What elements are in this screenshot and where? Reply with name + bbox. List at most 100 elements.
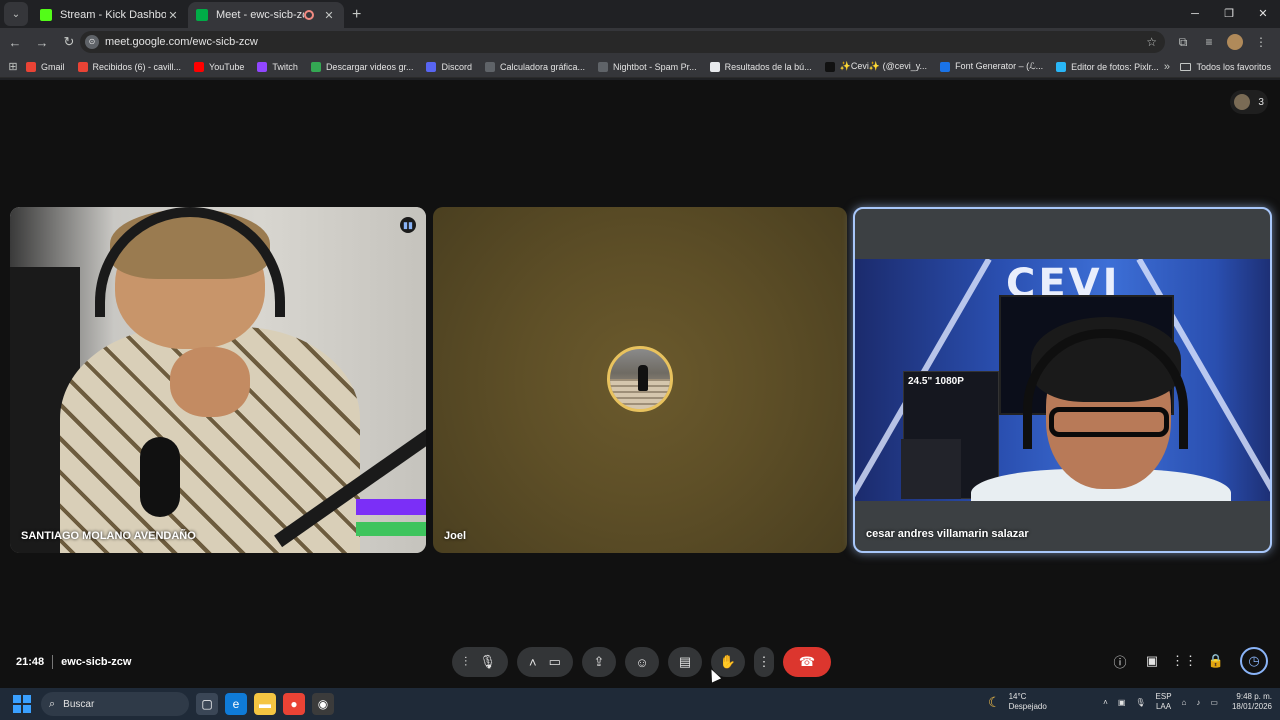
video-overlay-bar [356,522,426,536]
chevron-up-icon[interactable]: ˄ [1103,698,1108,707]
volume-icon[interactable]: ♪ [1196,698,1200,707]
more-vert-icon: ⋮ [757,654,771,669]
weather-widget[interactable]: ☾ 14°C Despejado [988,692,1047,712]
microphone-button[interactable]: ⫶ 🎙 [452,647,508,677]
more-options-button[interactable]: ⋮ [754,647,774,677]
bookmark-recibidos[interactable]: Recibidos (6) - cavill... [77,61,181,72]
product-box-text: 24.5" 1080P [908,376,964,387]
forward-icon[interactable]: → [30,35,54,50]
bookmark-twitch[interactable]: Twitch [257,61,298,72]
participant-name: cesar andres villamarin salazar [866,528,1029,540]
participant-tile-santiago[interactable]: ▮▮ SANTIAGO MOLANO AVENDAÑO [10,207,426,553]
chevron-up-icon[interactable]: ˄ [529,655,537,670]
bookmark-label: Twitch [272,61,298,72]
participants-button[interactable]: 3 [1230,90,1268,114]
tab-title: Meet - ewc-sicb-zcw [216,9,304,21]
participant-tile-joel[interactable]: Joel [433,207,847,553]
bookmark-star-icon[interactable]: ☆ [1146,35,1157,49]
back-icon[interactable]: ← [3,35,27,50]
chat-icon[interactable]: ▣ [1136,653,1168,669]
bookmark-label: Gmail [41,61,65,72]
taskbar-search[interactable]: ⌕ Buscar [41,692,189,716]
edge-icon[interactable]: e [225,693,247,715]
reload-icon[interactable]: ↻ [57,34,81,50]
leave-call-button[interactable]: ☎ [783,647,831,677]
obs-recording-icon[interactable]: ◉ [312,693,334,715]
apps-grid-icon[interactable]: ⊞ [0,60,26,73]
captions-button[interactable]: ▤ [668,647,702,677]
bookmark-gmail[interactable]: Gmail [26,61,65,72]
address-bar[interactable]: ⊙ meet.google.com/ewc-sicb-zcw ☆ [80,31,1165,53]
profile-avatar[interactable] [1227,34,1243,50]
battery-icon[interactable]: ▭ [1210,698,1218,707]
clock[interactable]: 9:48 p. m. 18/01/2026 [1232,692,1272,712]
media-controls-icon[interactable]: ≡ [1196,35,1222,49]
restore-icon[interactable]: ❐ [1212,0,1246,28]
recording-indicator-icon [304,10,314,20]
search-icon: ⌕ [49,697,56,710]
windows-start-icon[interactable] [13,695,31,713]
all-bookmarks-button[interactable]: Todos los favoritos [1180,62,1271,72]
avatar [607,346,673,412]
participants-count: 3 [1258,96,1264,108]
globe-icon [485,61,495,72]
menu-dots-icon[interactable]: ⋮ [1248,35,1274,49]
present-screen-button[interactable]: ⇪ [582,647,616,677]
close-tab-icon[interactable]: ✕ [322,9,336,22]
clock-time: 9:48 p. m. [1236,692,1272,701]
tab-search-button[interactable]: ⌄ [4,2,28,26]
tray-app-icon[interactable]: ▣ [1118,698,1126,707]
new-tab-button[interactable]: + [352,6,361,24]
captions-icon: ▤ [678,654,692,669]
bookmark-cevi-tiktok[interactable]: ✨Cevi✨ (@cevi_y... [824,61,927,72]
participant-tile-cesar[interactable]: CEVI 24.5" 1080P cesar andres villamarin… [853,207,1272,553]
meet-stage: 3 ▮▮ SANTIAGO MOLANO AVENDAÑO Joel CEVI … [0,80,1280,688]
extensions-icon[interactable]: ⧉ [1170,35,1196,50]
timer-icon[interactable]: ◷ [1240,647,1268,675]
bookmark-calculadora[interactable]: Calculadora gráfica... [485,61,586,72]
tab-kick-dashboard[interactable]: Stream - Kick Dashboard ✕ [32,2,188,28]
bookmark-descargar[interactable]: Descargar videos gr... [310,61,414,72]
site-info-icon[interactable]: ⊙ [85,35,99,49]
browser-toolbar: ← → ↻ ⊙ meet.google.com/ewc-sicb-zcw ☆ ⧉… [0,28,1280,56]
bookmark-pixlr[interactable]: Editor de fotos: Pixlr... [1056,61,1159,72]
avatar-person [638,365,648,391]
bookmark-font-generator[interactable]: Font Generator – (ℒ... [940,61,1043,72]
bookmark-label: Font Generator – (ℒ... [955,61,1044,71]
bookmark-nightbot[interactable]: Nightbot - Spam Pr... [598,61,697,72]
network-icon[interactable]: ⌂ [1182,698,1187,707]
close-tab-icon[interactable]: ✕ [166,9,180,22]
bookmark-label: Discord [441,61,472,72]
bookmark-label: Descargar videos gr... [325,61,414,72]
minimize-icon[interactable]: ─ [1178,0,1212,28]
activities-icon[interactable]: ⋮⋮ [1168,653,1200,669]
bookmark-label: Calculadora gráfica... [500,61,586,72]
search-placeholder: Buscar [63,698,95,710]
meeting-details-icon[interactable]: ⓘ [1104,652,1136,671]
windows-taskbar: ⌕ Buscar ▢ e ▬ ● ◉ ☾ 14°C Despejado ˄ ▣ … [0,688,1280,720]
bookmark-resultados[interactable]: Resultados de la bú... [709,61,812,72]
chrome-icon[interactable]: ● [283,693,305,715]
raise-hand-button[interactable]: ✋ [711,647,745,677]
language-indicator[interactable]: ESP LAA [1156,692,1172,712]
bookmark-youtube[interactable]: YouTube [194,61,244,72]
bookmark-discord[interactable]: Discord [426,61,472,72]
task-view-icon[interactable]: ▢ [196,693,218,715]
microphone-icon[interactable]: 🎙 [1135,698,1145,707]
host-controls-icon[interactable]: 🔒 [1200,653,1232,669]
more-bookmarks-icon[interactable]: » [1164,61,1170,73]
file-explorer-icon[interactable]: ▬ [254,693,276,715]
mail-icon [77,61,88,72]
close-window-icon[interactable]: ✕ [1246,0,1280,28]
tab-meet[interactable]: Meet - ewc-sicb-zcw ✕ [188,2,344,28]
bookmark-label: Editor de fotos: Pixlr... [1071,61,1159,72]
reactions-button[interactable]: ☺ [625,647,659,677]
tab-strip: ⌄ Stream - Kick Dashboard ✕ Meet - ewc-s… [0,0,1280,28]
speaking-indicator-icon: ▮▮ [400,217,416,233]
camera-button[interactable]: ˄ ▭ [517,647,573,677]
video-feed: CEVI 24.5" 1080P [855,259,1270,501]
youtube-icon [194,61,205,72]
system-tray: ˄ ▣ 🎙 ESP LAA ⌂ ♪ ▭ 9:48 p. m. 18/01/202… [1093,692,1272,712]
url-text: meet.google.com/ewc-sicb-zcw [105,36,258,48]
meet-controls-bar: 21:48 ewc-sicb-zcw ⫶ 🎙 ˄ ▭ ⇪ ☺ ▤ ✋ ⋮ ☎ ⓘ… [0,640,1280,684]
